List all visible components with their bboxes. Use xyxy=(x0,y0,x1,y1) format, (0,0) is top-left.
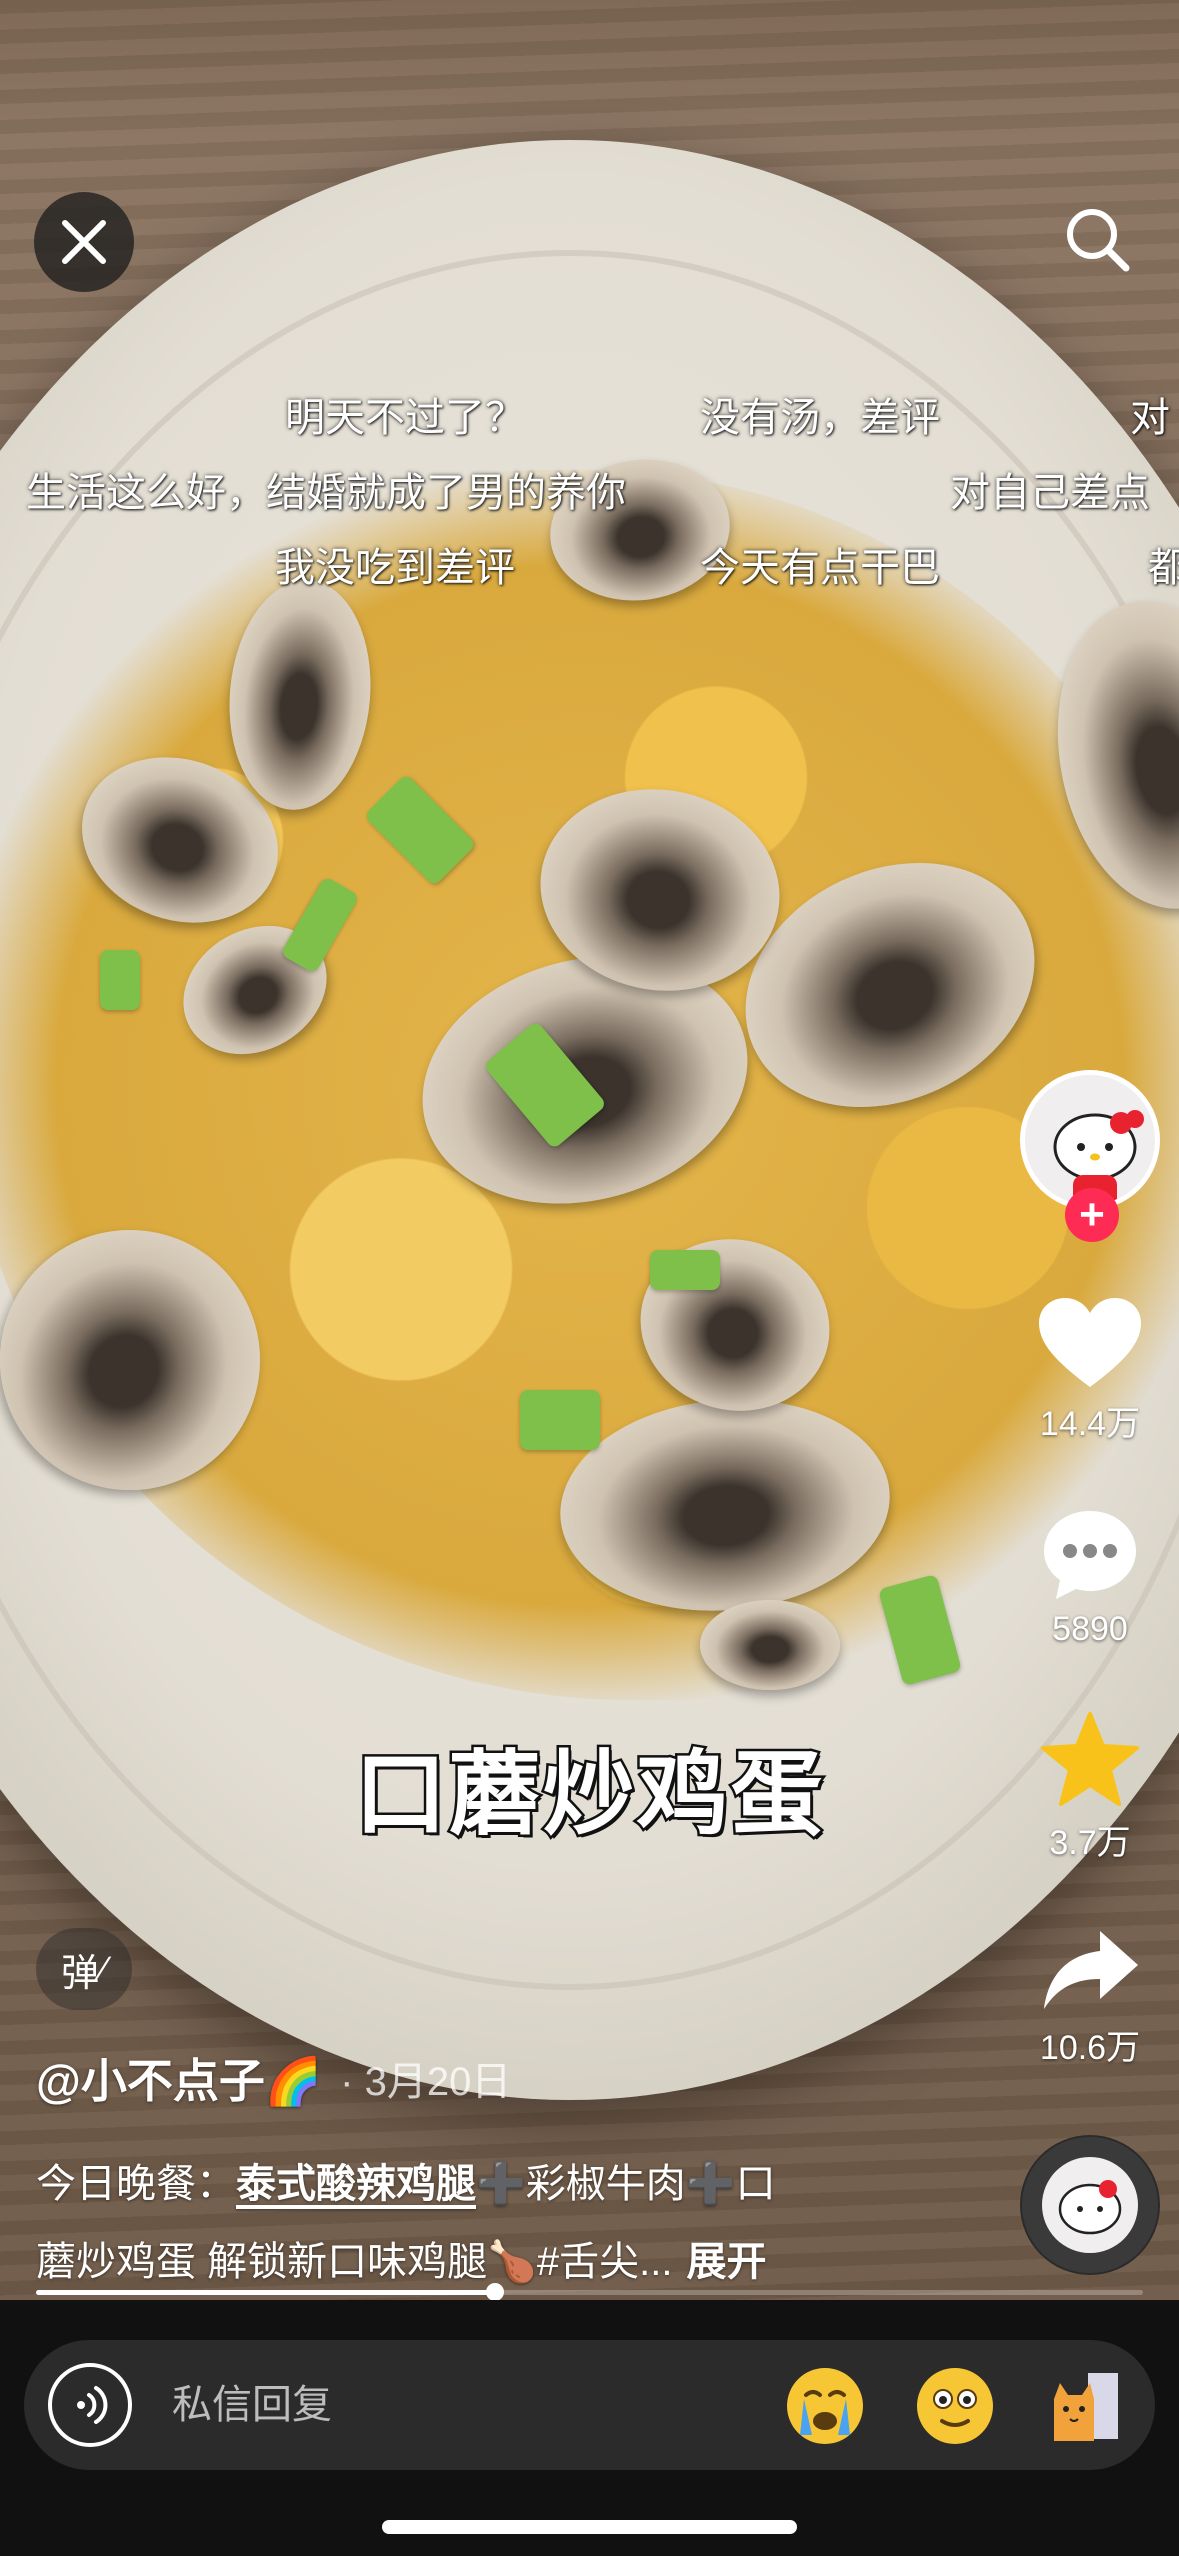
share-button[interactable]: 10.6万 xyxy=(1010,1925,1170,2069)
desc-topic-link[interactable]: 泰式酸辣鸡腿 xyxy=(236,2162,476,2206)
scallion-piece xyxy=(520,1390,600,1450)
hello-kitty-disc-icon xyxy=(1022,2137,1158,2273)
danmaku-toggle-label: 弹 xyxy=(61,1952,100,1995)
danmaku-toggle-button[interactable]: 弹 ∕ xyxy=(36,1928,132,2010)
video-progress-fill xyxy=(36,2290,496,2295)
mushroom-slice xyxy=(700,1600,840,1690)
danmaku-comment: 今天有点干巴 xyxy=(700,546,940,590)
cat-sticker-button[interactable] xyxy=(1044,2365,1126,2447)
danmaku-comment: 明天不过了？ xyxy=(285,396,525,440)
danmaku-comment: 对自己差点 xyxy=(950,471,1150,515)
author-line: @小不点子🌈 · 3月20日 xyxy=(36,2045,511,2111)
comment-icon xyxy=(1044,1511,1136,1599)
post-description: 今日晚餐：泰式酸辣鸡腿➕彩椒牛肉➕口 蘑炒鸡蛋 解锁新口味鸡腿🍗#舌尖... 展开 xyxy=(36,2145,896,2301)
comment-count: 5890 xyxy=(1052,1610,1128,1648)
post-date: · 3月20日 xyxy=(340,2060,512,2104)
danmaku-slash-icon: ∕ xyxy=(101,1949,107,1988)
voice-icon xyxy=(77,2386,108,2424)
video-caption: 口蘑炒鸡蛋 xyxy=(352,1742,825,1849)
scallion-piece xyxy=(650,1250,720,1290)
search-icon xyxy=(1067,209,1130,272)
expand-button[interactable]: 展开 xyxy=(687,2240,767,2284)
close-button[interactable] xyxy=(34,192,134,292)
like-button[interactable]: 14.4万 xyxy=(1010,1295,1170,1445)
video-player[interactable] xyxy=(0,0,1179,2300)
author-avatar-group: + xyxy=(1010,1070,1170,1260)
danmaku-comment: 我没吃到差评 xyxy=(275,546,515,590)
dm-reply-input[interactable]: 私信回复 xyxy=(24,2340,1155,2470)
comment-button[interactable]: 5890 xyxy=(1010,1505,1170,1649)
star-icon xyxy=(1041,1712,1139,1806)
home-indicator xyxy=(382,2520,797,2534)
desc-text: ➕彩椒牛肉➕口 xyxy=(476,2162,776,2206)
bottom-bar: 私信回复 xyxy=(0,2300,1179,2556)
like-count: 14.4万 xyxy=(1039,1405,1141,1443)
danmaku-comment: 都 xyxy=(1148,546,1179,590)
smiling-face-icon xyxy=(917,2368,993,2444)
video-progress-bar[interactable] xyxy=(36,2283,1143,2301)
close-icon xyxy=(62,220,106,264)
danmaku-comment: 没有汤，差评 xyxy=(700,396,940,440)
danmaku-comment: 生活这么好，结婚就成了男的养你 xyxy=(26,471,626,515)
reply-placeholder: 私信回复 xyxy=(172,2383,332,2427)
voice-input-button[interactable] xyxy=(48,2363,132,2447)
smile-emoji-button[interactable] xyxy=(914,2365,996,2447)
favorite-count: 3.7万 xyxy=(1049,1824,1131,1862)
search-button[interactable] xyxy=(1058,200,1138,280)
desc-text-line2: 蘑炒鸡蛋 解锁新口味鸡腿🍗#舌尖... xyxy=(36,2240,673,2284)
cat-icon xyxy=(1054,2373,1118,2441)
share-icon xyxy=(1044,1931,1138,2009)
heart-icon xyxy=(1039,1298,1141,1387)
danmaku-comment: 对 xyxy=(1130,396,1170,440)
favorite-button[interactable]: 3.7万 xyxy=(1010,1710,1170,1864)
share-count: 10.6万 xyxy=(1039,2029,1141,2067)
music-disc[interactable] xyxy=(1020,2135,1160,2275)
scallion-piece xyxy=(100,950,140,1010)
crying-face-icon xyxy=(787,2368,863,2444)
crying-emoji-button[interactable] xyxy=(784,2365,866,2447)
desc-prefix: 今日晚餐： xyxy=(36,2162,236,2206)
follow-button[interactable]: + xyxy=(1065,1188,1119,1242)
author-name[interactable]: @小不点子🌈 xyxy=(36,2045,322,2111)
